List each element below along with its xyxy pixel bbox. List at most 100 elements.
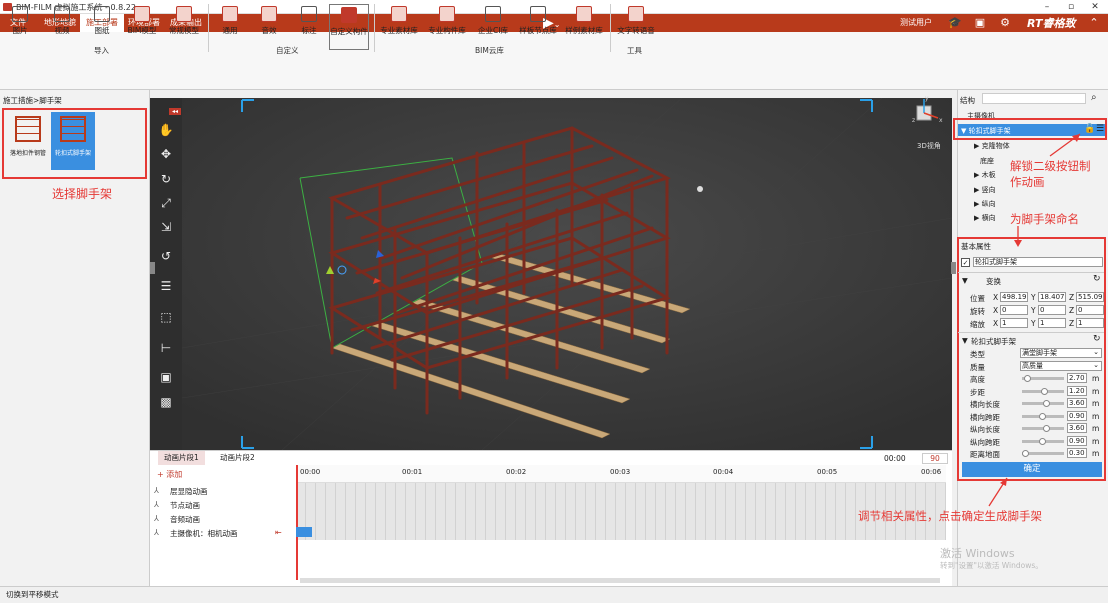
- collapse-icon[interactable]: ◂◂: [169, 108, 181, 115]
- track-audio[interactable]: 音频动画: [170, 514, 200, 525]
- bounding-box-icon[interactable]: ⬚: [157, 309, 175, 325]
- right-collapse-handle[interactable]: [951, 262, 956, 274]
- prop-value-input[interactable]: 0.90: [1067, 410, 1087, 421]
- 3d-viewport[interactable]: [182, 98, 952, 450]
- bim-model-icon: [134, 6, 150, 22]
- general-button[interactable]: 通用: [210, 4, 250, 50]
- group-custom-label: 自定义: [276, 46, 299, 55]
- reset-icon[interactable]: ↻: [1093, 334, 1101, 344]
- track-layer-visibility[interactable]: 层显隐动画: [170, 486, 208, 497]
- frame-fill-icon[interactable]: ▩: [157, 394, 175, 410]
- slider-knob[interactable]: [1040, 387, 1048, 395]
- annotate-button[interactable]: 标注: [289, 4, 329, 50]
- frame-icon[interactable]: ▣: [157, 369, 175, 385]
- prop-value-input[interactable]: 2.70: [1067, 373, 1087, 383]
- add-track-button[interactable]: + 添加: [157, 469, 182, 480]
- scale-x-input[interactable]: 1: [1000, 318, 1028, 328]
- playhead[interactable]: [296, 465, 298, 580]
- slider-knob[interactable]: [1021, 450, 1029, 457]
- group-import-label: 导入: [94, 46, 109, 55]
- custom-component-button[interactable]: 自定义构件: [329, 4, 369, 50]
- align-icon[interactable]: ☰: [157, 278, 175, 294]
- tree-item-base[interactable]: 底座: [980, 156, 994, 166]
- tree-item-transverse[interactable]: ▶ 横向: [974, 213, 996, 223]
- rotation-x-input[interactable]: 0: [1000, 305, 1028, 315]
- position-z-input[interactable]: 515.09: [1076, 292, 1104, 302]
- common-model-button[interactable]: 常规模型: [164, 4, 204, 50]
- ribbon-separator: [610, 4, 611, 52]
- ribbon-separator: [374, 4, 375, 52]
- keyframe-marker[interactable]: [296, 527, 312, 537]
- gear-icon[interactable]: ⚙: [998, 17, 1012, 29]
- slider-knob[interactable]: [1039, 412, 1046, 420]
- object-name-input[interactable]: 轮扣式脚手架: [973, 257, 1103, 267]
- text-to-speech-button[interactable]: 文字转语音: [614, 4, 658, 50]
- prop-label: 高度: [970, 375, 985, 384]
- user-name[interactable]: 测试用户: [900, 14, 932, 32]
- tree-item-board[interactable]: ▶ 木板: [974, 170, 996, 180]
- confirm-button[interactable]: 确定: [962, 462, 1102, 477]
- enterprise-ci-button[interactable]: 企业CI库: [473, 4, 513, 50]
- pin-icon[interactable]: ⇤: [275, 528, 282, 537]
- close-button[interactable]: ✕: [1086, 1, 1104, 13]
- scale-y-input[interactable]: 1: [1038, 318, 1066, 328]
- prop-value-input[interactable]: 3.60: [1067, 423, 1087, 433]
- hand-pan-icon[interactable]: ✋: [157, 122, 175, 138]
- reset-icon[interactable]: ↻: [1093, 274, 1101, 284]
- pro-material-button[interactable]: 专业素材库: [379, 4, 419, 50]
- status-bar: [0, 586, 1108, 603]
- template-node-button[interactable]: 样板节点库: [518, 4, 558, 50]
- slider-knob[interactable]: [1039, 437, 1046, 445]
- minimize-button[interactable]: –: [1038, 1, 1056, 13]
- prop-value-input[interactable]: 1.20: [1067, 385, 1087, 396]
- transform-collapse-icon[interactable]: ▼: [962, 276, 968, 285]
- position-y-input[interactable]: 18.407: [1038, 292, 1066, 302]
- search-icon[interactable]: ⌕: [1091, 92, 1097, 103]
- tree-item-clone[interactable]: ▶ 克隆物体: [974, 141, 1010, 151]
- slider-knob[interactable]: [1042, 425, 1050, 432]
- rotate-step-icon[interactable]: ↺: [157, 248, 175, 264]
- prop-dropdown[interactable]: 高质量 ⌄: [1020, 360, 1102, 371]
- position-x-input[interactable]: 498.19: [1000, 292, 1028, 302]
- chevron-up-icon[interactable]: ⌃: [1087, 17, 1101, 29]
- maximize-button[interactable]: ▫: [1062, 1, 1080, 13]
- rotation-y-input[interactable]: 0: [1038, 305, 1066, 315]
- prop-value-input[interactable]: 0.30: [1067, 448, 1087, 458]
- track-camera[interactable]: 主摄像机：相机动画: [170, 528, 238, 539]
- resize-icon[interactable]: ⇲: [157, 219, 175, 235]
- tree-item-longitudinal[interactable]: ▶ 纵向: [974, 199, 996, 209]
- unit-label: m: [1092, 449, 1100, 458]
- sample-material-button[interactable]: 样例素材库: [564, 4, 604, 50]
- tree-item-vertical[interactable]: ▶ 竖向: [974, 185, 996, 195]
- scale-z-input[interactable]: 1: [1076, 318, 1104, 328]
- bim-model-button[interactable]: BIM模型: [122, 4, 162, 50]
- graduation-cap-icon[interactable]: 🎓: [948, 17, 962, 29]
- slider-knob[interactable]: [1042, 400, 1050, 407]
- track-area[interactable]: [296, 483, 946, 540]
- end-frame-input[interactable]: 90: [922, 453, 948, 464]
- video-button[interactable]: 视频: [42, 4, 82, 50]
- tab-clip-1[interactable]: 动画片段1: [158, 451, 205, 465]
- rotation-z-input[interactable]: 0: [1076, 305, 1104, 315]
- prop-value-input[interactable]: 0.90: [1067, 435, 1087, 446]
- move-icon[interactable]: ✥: [157, 146, 175, 162]
- structure-search-input[interactable]: [982, 93, 1086, 104]
- visible-checkbox[interactable]: ✓: [961, 258, 970, 267]
- prop-dropdown[interactable]: 满堂脚手架 ⌄: [1020, 348, 1102, 358]
- image-button[interactable]: 图片: [0, 4, 40, 50]
- breadcrumb[interactable]: 施工措施>脚手架: [3, 95, 62, 106]
- left-collapse-handle[interactable]: [150, 262, 155, 274]
- slider-knob[interactable]: [1023, 375, 1031, 382]
- scaffold-collapse-icon[interactable]: ▼: [962, 336, 968, 345]
- timeline-scrollbar[interactable]: [300, 578, 940, 583]
- sound-button[interactable]: 音效: [249, 4, 289, 50]
- tab-clip-2[interactable]: 动画片段2: [214, 451, 261, 465]
- scale-icon[interactable]: ⤢: [157, 195, 175, 211]
- pro-component-button[interactable]: 专业构件库: [427, 4, 467, 50]
- track-node[interactable]: 节点动画: [170, 500, 200, 511]
- drawing-button[interactable]: 图纸: [82, 4, 122, 50]
- export-icon[interactable]: ▣: [973, 17, 987, 29]
- align-left-icon[interactable]: ⊢: [157, 340, 175, 356]
- rotate-icon[interactable]: ↻: [157, 171, 175, 187]
- prop-value-input[interactable]: 3.60: [1067, 398, 1087, 408]
